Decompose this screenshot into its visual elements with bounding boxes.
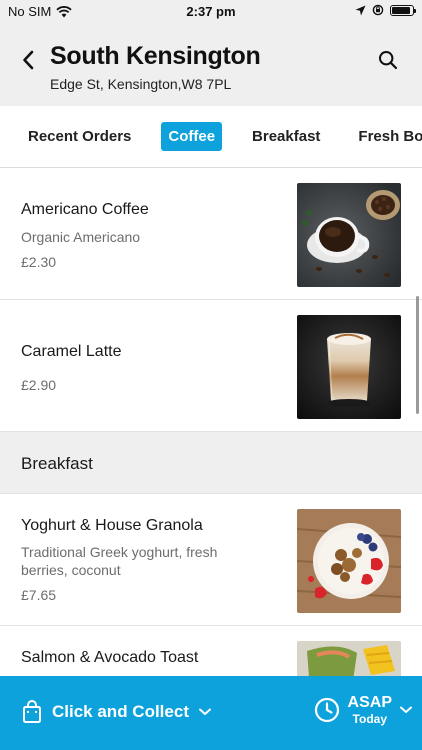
pickup-time-sub: Today: [352, 712, 387, 726]
item-price: £2.90: [21, 377, 57, 393]
yoghurt-granola-photo: [297, 509, 401, 613]
caramel-latte-photo: [297, 315, 401, 419]
tab-fresh-bowls[interactable]: Fresh Bowls: [350, 122, 422, 151]
menu-list: Americano Coffee Organic Americano £2.30: [0, 168, 422, 750]
chevron-down-icon: [198, 708, 211, 715]
store-header: South Kensington Edge St, Kensington,W8 …: [0, 22, 422, 106]
battery-icon: [390, 4, 416, 16]
menu-item-americano[interactable]: Americano Coffee Organic Americano £2.30: [0, 168, 422, 300]
tab-breakfast[interactable]: Breakfast: [244, 122, 328, 151]
item-price: £2.30: [21, 254, 57, 270]
menu-item-yoghurt-granola[interactable]: Yoghurt & House Granola Traditional Gree…: [0, 494, 422, 626]
chevron-left-icon: [23, 50, 34, 70]
order-method-button[interactable]: Click and Collect: [22, 700, 211, 724]
pickup-time-button[interactable]: ASAP Today: [314, 694, 412, 726]
scroll-indicator[interactable]: [416, 296, 419, 414]
shopping-bag-icon: [23, 700, 41, 723]
rotation-lock-icon: [372, 4, 384, 16]
item-description: Organic Americano: [21, 229, 141, 245]
category-tabs: Recent Orders Coffee Breakfast Fresh Bow…: [0, 106, 422, 168]
americano-coffee-photo: [297, 183, 401, 287]
order-method-label: Click and Collect: [52, 702, 189, 721]
item-name: Salmon & Avocado Toast: [21, 649, 199, 666]
clock-icon: [314, 697, 339, 723]
search-icon: [379, 51, 398, 70]
back-button[interactable]: [14, 46, 42, 74]
chevron-down-icon: [400, 706, 412, 713]
store-name: South Kensington: [50, 42, 261, 70]
item-price: £7.65: [21, 587, 57, 603]
item-name: Yoghurt & House Granola: [21, 517, 203, 534]
item-name: Caramel Latte: [21, 343, 122, 360]
section-header-breakfast: Breakfast: [0, 432, 422, 494]
status-bar: No SIM 2:37 pm: [0, 0, 422, 22]
item-description: Traditional Greek yoghurt, fresh berries…: [21, 544, 218, 578]
search-button[interactable]: [374, 46, 402, 74]
pickup-time-main: ASAP: [347, 694, 392, 711]
menu-item-caramel-latte[interactable]: Caramel Latte £2.90: [0, 300, 422, 432]
store-address: Edge St, Kensington,W8 7PL: [50, 76, 232, 92]
tab-recent-orders[interactable]: Recent Orders: [20, 122, 139, 151]
tab-coffee[interactable]: Coffee: [161, 122, 223, 151]
bottom-order-bar: Click and Collect ASAP Today: [0, 676, 422, 750]
section-title: Breakfast: [21, 454, 93, 473]
location-arrow-icon: [355, 5, 366, 15]
item-name: Americano Coffee: [21, 201, 149, 218]
